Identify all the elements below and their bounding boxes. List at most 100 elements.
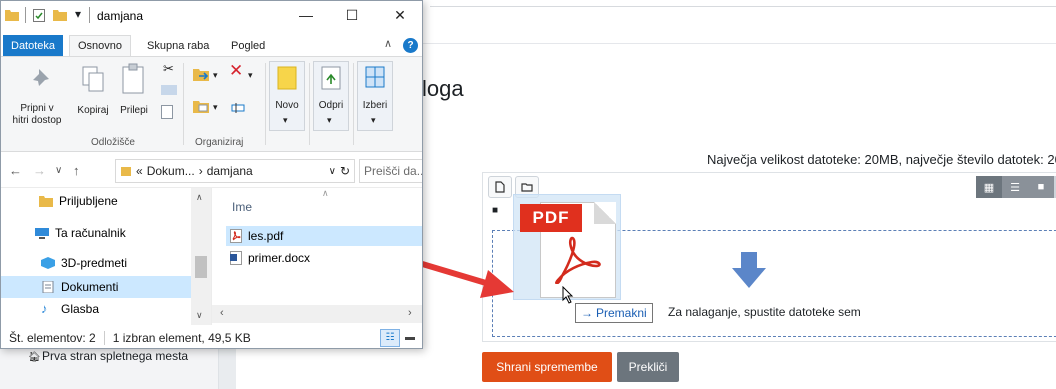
address-overflow[interactable]: «	[136, 164, 143, 178]
help-icon[interactable]: ?	[403, 38, 418, 53]
properties-icon[interactable]	[33, 9, 45, 22]
copy-to-dropdown-icon[interactable]: ▾	[213, 101, 218, 113]
tab-home[interactable]: Osnovno	[69, 35, 132, 56]
page-fold	[594, 202, 616, 224]
word-file-icon	[230, 251, 242, 265]
scroll-right-icon[interactable]: ›	[408, 307, 412, 319]
move-to-icon[interactable]	[193, 67, 211, 83]
select-button[interactable]: Izberi ▾	[357, 61, 393, 131]
nav-favorites[interactable]: Priljubljene	[1, 190, 191, 212]
copy-button[interactable]: Kopiraj	[75, 105, 111, 117]
customize-toolbar-icon[interactable]: ▾	[75, 7, 81, 21]
delete-dropdown-icon[interactable]: ▾	[248, 69, 253, 81]
file-row-les-pdf[interactable]: les.pdf	[226, 226, 422, 246]
title-separator	[25, 7, 26, 23]
pin-label-line1: Pripni v	[20, 103, 54, 114]
window-title: damjana	[97, 9, 144, 23]
ribbon-separator	[353, 63, 354, 145]
address-bar[interactable]: « Dokum... › damjana ∨ ↻	[115, 159, 355, 183]
select-button-label: Izberi	[362, 100, 388, 111]
close-button[interactable]: ✕	[385, 4, 415, 26]
address-dropdown-icon[interactable]: ∨	[329, 166, 336, 177]
group-organize-label: Organiziraj	[195, 137, 244, 148]
file-row-primer-docx[interactable]: primer.docx	[226, 248, 422, 268]
acrobat-icon	[555, 236, 601, 284]
move-to-dropdown-icon[interactable]: ▾	[213, 69, 218, 81]
save-button[interactable]: Shrani spremembe	[482, 352, 612, 382]
ribbon-separator	[265, 63, 266, 145]
pin-label-line2: hitri dostop	[12, 115, 62, 126]
nav-home-link[interactable]: 🏠︎ Prva stran spletnega mesta	[28, 348, 208, 365]
group-clipboard-label: Odložišče	[91, 137, 135, 148]
nav-scroll-thumb[interactable]	[195, 256, 207, 278]
cut-icon[interactable]: ✂	[163, 62, 174, 75]
new-button[interactable]: Novo ▾	[269, 61, 305, 131]
refresh-icon[interactable]: ↻	[340, 164, 354, 178]
open-properties-icon	[321, 66, 341, 90]
copy-to-icon[interactable]	[193, 99, 211, 115]
recent-locations-icon[interactable]: ∨	[55, 165, 62, 176]
paste-button[interactable]: Prilepi	[115, 105, 153, 117]
scroll-left-icon[interactable]: ‹	[220, 307, 224, 319]
grid-view-icon[interactable]: ▦	[976, 176, 1002, 198]
nav-documents-label: Dokumenti	[61, 280, 119, 294]
open-button-label: Odpri	[318, 100, 344, 111]
pin-quick-access-button[interactable]: Pripni v hitri dostop	[3, 103, 71, 127]
search-input[interactable]: Preišči da...	[359, 159, 422, 183]
open-button[interactable]: Odpri ▾	[313, 61, 349, 131]
title-separator	[89, 7, 90, 23]
up-icon[interactable]: ↑	[73, 163, 80, 178]
add-file-button[interactable]	[488, 176, 512, 198]
nav-music-label: Glasba	[61, 302, 100, 316]
move-tooltip-label: Premakni	[596, 306, 647, 320]
selection-info: 1 izbran element, 49,5 KB	[112, 330, 251, 345]
new-button-label: Novo	[275, 100, 299, 111]
file-name: primer.docx	[248, 251, 311, 265]
copy-path-icon[interactable]	[161, 85, 177, 95]
paste-shortcut-icon[interactable]	[161, 105, 173, 119]
pdf-file-icon	[230, 229, 242, 243]
collapse-ribbon-icon[interactable]: ∧	[384, 37, 392, 50]
arrow-right-icon: →	[581, 306, 593, 320]
nav-documents[interactable]: Dokumenti	[1, 276, 191, 298]
delete-icon[interactable]: ✕	[229, 62, 243, 79]
copy-icon	[82, 66, 104, 92]
list-view-icon[interactable]: ☰	[1002, 176, 1028, 198]
address-segment-damjana[interactable]: damjana	[207, 164, 253, 178]
rename-icon[interactable]	[231, 101, 245, 115]
scroll-up-icon[interactable]: ∧	[196, 192, 203, 203]
forward-icon[interactable]: →	[33, 163, 46, 178]
column-header-name[interactable]: Ime	[232, 200, 252, 214]
tree-view-icon[interactable]: ■	[1028, 176, 1054, 198]
nav-scrollbar[interactable]: ∧ ∨	[191, 188, 211, 325]
large-icons-view-icon[interactable]: ▬	[400, 329, 420, 347]
file-hscrollbar[interactable]: ‹ ›	[212, 305, 422, 323]
paste-icon	[122, 63, 144, 94]
select-all-icon	[365, 66, 385, 88]
tab-file[interactable]: Datoteka	[3, 35, 64, 56]
address-segment-documents[interactable]: Dokum...	[147, 164, 195, 178]
top-divider	[430, 6, 1056, 7]
folder-icon	[521, 183, 533, 192]
ribbon-panel: Pripni v hitri dostop Kopiraj Prilepi ✂ …	[1, 56, 422, 152]
tab-view[interactable]: Pogled	[223, 35, 273, 56]
scroll-down-icon[interactable]: ∨	[196, 310, 203, 321]
nav-music[interactable]: ♪ Glasba	[1, 298, 191, 320]
nav-this-pc[interactable]: Ta računalnik	[1, 222, 191, 244]
new-folder-icon	[277, 66, 297, 90]
minimize-button[interactable]: —	[291, 4, 321, 26]
select-dropdown-icon: ▾	[371, 115, 376, 125]
page-heading: loga	[422, 76, 464, 101]
back-icon[interactable]: ←	[9, 163, 22, 178]
details-view-icon[interactable]: ☷	[380, 328, 400, 347]
pdf-badge: PDF	[520, 204, 582, 232]
dropzone-text: Za nalaganje, spustite datoteke sem	[668, 305, 861, 319]
tab-share[interactable]: Skupna raba	[139, 35, 217, 56]
file-list-pane: ∧ Ime les.pdf primer.docx ‹ ›	[211, 188, 422, 325]
nav-3d-objects[interactable]: 3D-predmeti	[1, 252, 191, 274]
new-folder-icon[interactable]	[53, 9, 67, 21]
cube-icon	[41, 257, 55, 269]
cancel-button[interactable]: Prekliči	[617, 352, 679, 382]
maximize-button[interactable]: ☐	[337, 4, 367, 26]
ribbon-separator	[183, 63, 184, 145]
